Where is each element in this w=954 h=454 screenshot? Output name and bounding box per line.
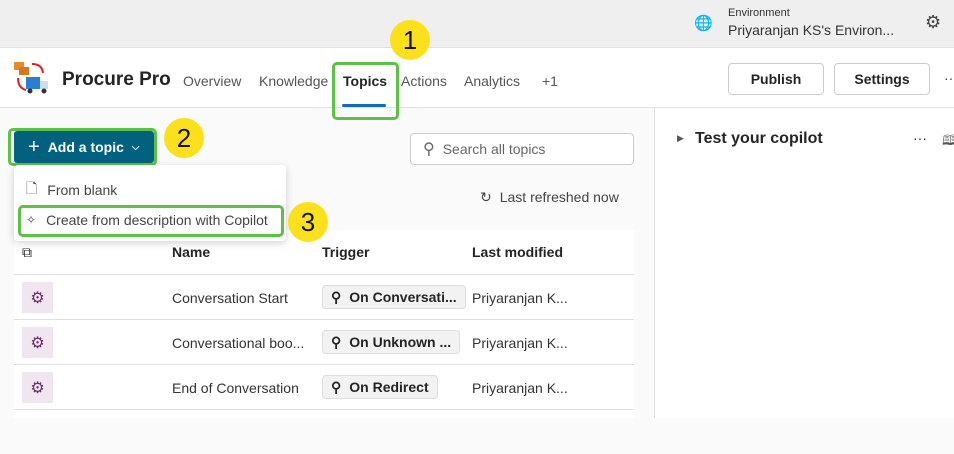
globe-icon: 🌐 [694,15,713,32]
app-name: Procure Pro [62,69,171,90]
topic-name[interactable]: End of Conversation [172,380,299,396]
refresh-icon: ↻ [480,189,492,205]
gear-icon[interactable]: ⚙ [925,12,941,33]
search-placeholder: Search all topics [442,141,546,157]
tab-overview[interactable]: Overview [183,73,241,89]
modified-by: Priyaranjan K... [472,380,568,396]
menu-item-label: From blank [47,182,118,198]
tab-analytics[interactable]: Analytics [464,73,520,89]
more-icon[interactable]: ··· [913,130,927,146]
column-header-modified[interactable]: Last modified [472,244,563,260]
annotation-badge-1: 1 [390,20,430,60]
top-bar: 🌐 Environment Priyaranjan KS's Environ..… [0,0,954,48]
column-header-name[interactable]: Name [172,244,210,260]
test-panel-title: Test your copilot [695,130,823,147]
highlight-topics [332,62,399,120]
system-topic-icon: ⚙ [22,282,53,313]
settings-button[interactable]: Settings [834,63,930,95]
app-logo [14,62,48,94]
trigger-badge: ⚲ On Unknown ... [322,330,461,354]
test-panel: ▶ Test your copilot ··· 🕮 [655,108,954,418]
tab-actions[interactable]: Actions [401,73,447,89]
modified-by: Priyaranjan K... [472,290,568,306]
tab-knowledge[interactable]: Knowledge [259,73,328,89]
topic-type-icon: ⧉ [22,244,32,260]
annotation-badge-2: 2 [164,118,204,158]
table-row[interactable]: ⚙ Conversational boo... ⚲ On Unknown ... … [14,319,634,364]
column-header-trigger[interactable]: Trigger [322,244,369,260]
table-row[interactable] [14,409,634,454]
trigger-icon: ⚲ [331,378,342,395]
more-icon[interactable]: ··· [944,70,954,86]
tab-more[interactable]: +1 [542,73,558,89]
publish-button[interactable]: Publish [728,63,824,95]
trigger-label: On Redirect [349,379,429,395]
trigger-badge: ⚲ On Redirect [322,375,438,399]
document-icon: 🗋 [26,180,38,196]
trigger-icon: ⚲ [331,333,342,350]
system-topic-icon: ⚙ [22,327,53,358]
trigger-label: On Unknown ... [349,334,452,350]
highlight-add-topic [8,128,157,166]
trigger-badge: ⚲ On Conversati... [322,285,466,309]
search-input[interactable]: ⚲ Search all topics [410,133,634,165]
system-topic-icon: ⚙ [22,372,53,403]
expand-caret-icon[interactable]: ▶ [677,133,684,144]
trigger-label: On Conversati... [349,289,457,305]
menu-item-from-blank[interactable]: 🗋 From blank [26,178,117,202]
annotation-badge-3: 3 [288,202,328,242]
last-refreshed-text: Last refreshed now [499,189,619,205]
search-icon: ⚲ [423,141,435,158]
trigger-icon: ⚲ [331,288,342,305]
environment-picker[interactable]: Priyaranjan KS's Environ... [728,22,894,38]
table-row[interactable]: ⚙ Conversation Start ⚲ On Conversati... P… [14,274,634,319]
modified-by: Priyaranjan K... [472,335,568,351]
topic-name[interactable]: Conversational boo... [172,335,304,351]
table-row[interactable]: ⚙ End of Conversation ⚲ On Redirect Priya… [14,364,634,409]
highlight-create-with-copilot [18,205,284,237]
topics-table: ⧉ Name Trigger Last modified ⚙ Conversat… [14,230,634,418]
environment-label: Environment [728,7,790,19]
app-header: Procure Pro Overview Knowledge Topics Ac… [0,48,954,108]
refresh-status[interactable]: ↻ Last refreshed now [480,189,619,206]
map-icon[interactable]: 🕮 [942,130,954,154]
topic-name[interactable]: Conversation Start [172,290,288,306]
